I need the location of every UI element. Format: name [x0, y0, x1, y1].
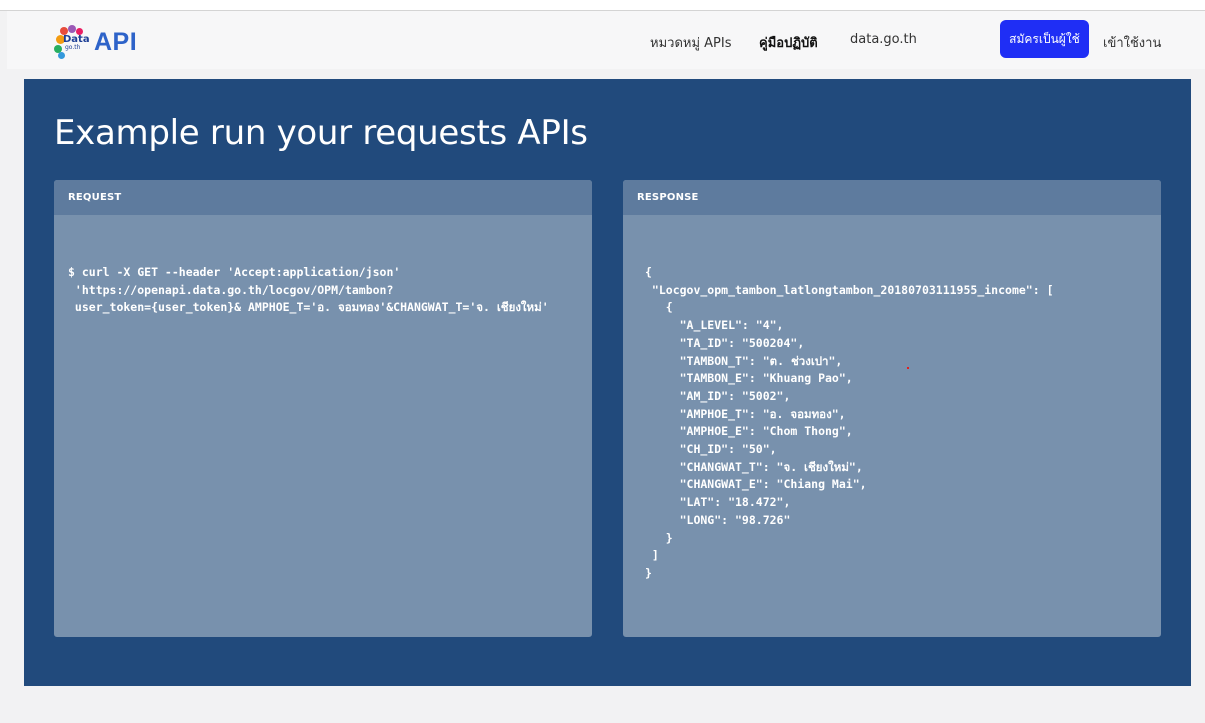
nav-item-guide[interactable]: คู่มือปฏิบัติ	[759, 32, 818, 53]
request-code: $ curl -X GET --header 'Accept:applicati…	[68, 265, 549, 315]
brand-title: API	[94, 27, 138, 56]
request-panel: REQUEST $ curl -X GET --header 'Accept:a…	[54, 180, 592, 637]
response-panel: RESPONSE { "Locgov_opm_tambon_latlongtam…	[623, 180, 1161, 637]
nav-item-data-go-th[interactable]: data.go.th	[850, 32, 917, 47]
logo-sub: go.th	[65, 44, 81, 51]
signup-button[interactable]: สมัครเป็นผู้ใช้	[1000, 20, 1089, 58]
window-top-edge	[0, 0, 1205, 11]
example-section: Example run your requests APIs REQUEST $…	[24, 79, 1191, 686]
cursor-dot	[907, 367, 909, 369]
nav-item-categories[interactable]: หมวดหมู่ APIs	[650, 32, 732, 53]
response-heading: RESPONSE	[623, 180, 1161, 215]
response-code: { "Locgov_opm_tambon_latlongtambon_20180…	[645, 265, 1054, 580]
brand-link[interactable]: Data go.th API	[54, 25, 137, 59]
data-go-th-logo-icon: Data go.th	[54, 25, 90, 59]
page-title: Example run your requests APIs	[54, 113, 588, 153]
top-navbar: Data go.th API หมวดหมู่ APIs คู่มือปฏิบั…	[7, 11, 1205, 69]
request-heading: REQUEST	[54, 180, 592, 215]
login-link[interactable]: เข้าใช้งาน	[1103, 32, 1161, 53]
